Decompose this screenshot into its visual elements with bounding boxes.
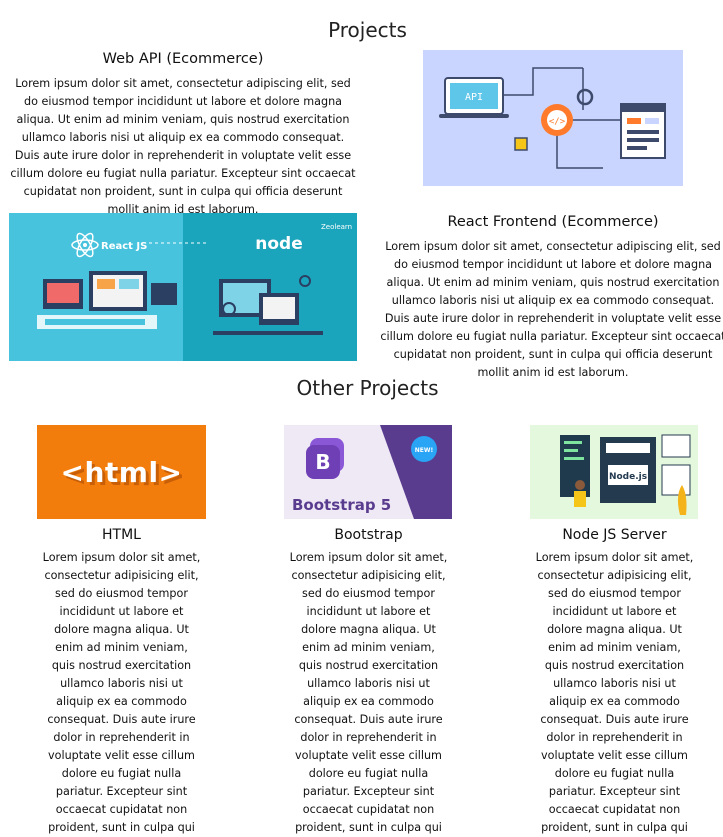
- project-card-bootstrap: NEW! B Bootstrap 5 Bootstrap Lorem ipsum…: [284, 425, 453, 837]
- card-text-bootstrap: Lorem ipsum dolor sit amet, consectetur …: [289, 551, 448, 834]
- api-illustration-icon: API </>: [439, 67, 666, 169]
- card-title-bootstrap: Bootstrap: [334, 527, 403, 543]
- project-title-react-frontend: React Frontend (Ecommerce): [447, 214, 659, 230]
- project-title-web-api: Web API (Ecommerce): [102, 51, 264, 67]
- card-text-html: Lorem ipsum dolor sit amet, consectetur …: [42, 551, 201, 834]
- node-js-label: Node.js: [609, 472, 647, 482]
- project-card-node: Node.js Node JS Server Lorem ipsum dolor…: [530, 425, 699, 837]
- html-card-image: <html>: [37, 425, 206, 519]
- project-description-web-api: Lorem ipsum dolor sit amet, consectetur …: [10, 77, 356, 216]
- node-label: node: [255, 234, 302, 254]
- projects-heading: Projects: [328, 18, 407, 42]
- react-label: React JS: [101, 241, 147, 252]
- react-frontend-image: React JS node Zeolearn: [9, 213, 357, 361]
- web-api-image: API </>: [423, 50, 683, 186]
- bootstrap-card-image: NEW! B Bootstrap 5: [284, 425, 452, 519]
- bootstrap-logo-icon: NEW! B Bootstrap 5: [284, 425, 452, 519]
- new-badge: NEW!: [415, 447, 433, 454]
- card-title-html: HTML: [102, 527, 141, 543]
- project-description-react-frontend: Lorem ipsum dolor sit amet, consectetur …: [380, 240, 723, 379]
- zeolearn-label: Zeolearn: [321, 223, 352, 231]
- node-card-image: Node.js: [530, 425, 698, 519]
- svg-text:B: B: [315, 450, 330, 474]
- react-node-illustration-icon: React JS node Zeolearn: [9, 213, 357, 361]
- project-card-html: <html> HTML Lorem ipsum dolor sit amet, …: [37, 425, 206, 837]
- api-label: API: [465, 92, 483, 103]
- card-text-node: Lorem ipsum dolor sit amet, consectetur …: [535, 551, 694, 834]
- node-illustration-icon: Node.js: [530, 425, 698, 519]
- other-projects-heading: Other Projects: [296, 376, 439, 400]
- bootstrap-5-label: Bootstrap 5: [292, 496, 391, 514]
- card-title-node: Node JS Server: [562, 527, 667, 543]
- svg-text:</>: </>: [549, 117, 566, 127]
- html-logo-icon: <html>: [60, 455, 183, 489]
